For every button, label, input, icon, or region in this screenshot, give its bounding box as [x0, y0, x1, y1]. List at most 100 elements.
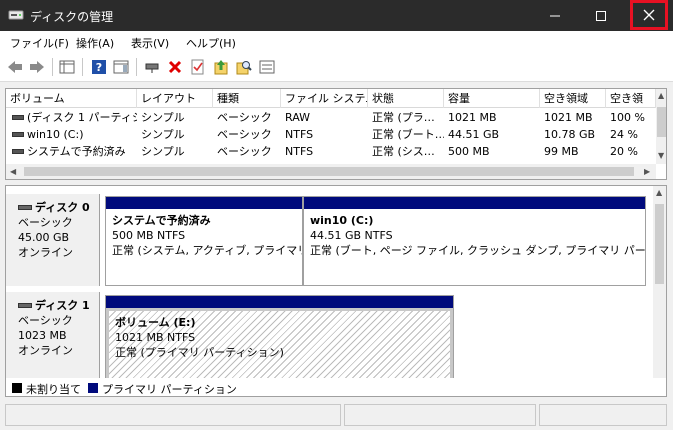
column-header[interactable]: レイアウト: [137, 89, 213, 108]
legend: 未割り当て プライマリ パーティション: [5, 378, 667, 397]
status-bar: [0, 400, 673, 430]
scroll-up-icon[interactable]: ▲: [656, 188, 662, 197]
partition-size: 500 MB NTFS: [112, 229, 186, 242]
free-space-cell: 99 MB: [544, 145, 579, 158]
search-icon[interactable]: [235, 58, 253, 76]
capacity-cell: 1021 MB: [448, 111, 497, 124]
help-icon[interactable]: ?: [90, 58, 108, 76]
disk-status: オンライン: [18, 344, 73, 357]
column-header[interactable]: 容量: [444, 89, 540, 108]
status-cell: 正常 (シス…: [372, 145, 435, 158]
volume-name-cell: win10 (C:): [8, 126, 137, 143]
volume-icon: [12, 148, 24, 154]
disk-icon: [18, 204, 32, 210]
status-segment: [539, 404, 667, 426]
maximize-button[interactable]: [578, 0, 624, 31]
primary-partition-swatch: [88, 383, 98, 393]
connect-drive-icon[interactable]: [143, 58, 161, 76]
disk-size: 1023 MB: [18, 329, 67, 342]
window-title: ディスクの管理: [30, 10, 114, 24]
scroll-thumb[interactable]: [655, 204, 664, 284]
format-icon[interactable]: [212, 58, 230, 76]
table-row[interactable]: (ディスク 1 パーティシ… シンプル ベーシック RAW 正常 (プラ… 10…: [6, 109, 656, 126]
partition-bar: [106, 296, 453, 308]
table-row[interactable]: win10 (C:) シンプル ベーシック NTFS 正常 (ブート… 44.5…: [6, 126, 656, 143]
properties-icon[interactable]: [189, 58, 207, 76]
disk-name: ディスク 0: [35, 201, 90, 214]
title-bar: ディスクの管理: [0, 0, 673, 31]
legend-primary-partition: プライマリ パーティション: [102, 383, 237, 396]
disk-pane-scrollbar[interactable]: ▲: [653, 186, 666, 381]
disk-type: ベーシック: [18, 216, 73, 229]
layout-cell: シンプル: [141, 145, 185, 158]
partition-win10-c[interactable]: win10 (C:) 44.51 GB NTFS 正常 (ブート, ページ ファ…: [303, 196, 646, 286]
scroll-thumb[interactable]: [657, 107, 666, 137]
scroll-down-icon[interactable]: ▼: [658, 151, 664, 160]
disk-icon: [18, 302, 32, 308]
partition-system-reserved[interactable]: システムで予約済み 500 MB NTFS 正常 (システム, アクティブ, プ…: [105, 196, 303, 286]
column-header[interactable]: ファイル システム: [281, 89, 368, 108]
menu-help[interactable]: ヘルプ(H): [186, 35, 236, 51]
vertical-scrollbar[interactable]: ▲ ▼: [656, 89, 666, 164]
volume-list-header: ボリューム レイアウト 種類 ファイル システム 状態 容量 空き領域 空き領: [6, 89, 656, 108]
unallocated-swatch: [12, 383, 22, 393]
close-button[interactable]: [630, 0, 668, 30]
partition-bar: [106, 197, 302, 209]
volume-list: ボリューム レイアウト 種類 ファイル システム 状態 容量 空き領域 空き領 …: [5, 88, 667, 180]
partition-size: 1021 MB NTFS: [115, 331, 196, 344]
maximize-icon: [596, 10, 606, 21]
volume-name-cell: (ディスク 1 パーティシ…: [8, 109, 137, 126]
type-cell: ベーシック: [217, 145, 272, 158]
menu-file[interactable]: ファイル(F): [10, 35, 69, 51]
partition-bar: [304, 197, 645, 209]
legend-unallocated: 未割り当て: [26, 383, 81, 396]
filesystem-cell: RAW: [285, 111, 310, 124]
volume-icon: [12, 131, 24, 137]
partition-name: win10 (C:): [310, 214, 374, 227]
settings-icon[interactable]: [258, 58, 276, 76]
column-header[interactable]: 空き領: [606, 89, 656, 108]
console-tree-icon[interactable]: [58, 58, 76, 76]
menu-action[interactable]: 操作(A): [76, 35, 114, 51]
layout-cell: シンプル: [141, 111, 185, 124]
svg-text:?: ?: [96, 61, 102, 74]
free-percent-cell: 20 %: [610, 145, 638, 158]
volume-icon: [12, 114, 24, 120]
scroll-left-icon[interactable]: ◀: [10, 167, 16, 176]
forward-arrow-icon[interactable]: [28, 58, 46, 76]
scroll-right-icon[interactable]: ▶: [644, 167, 650, 176]
column-header[interactable]: ボリューム: [6, 89, 137, 108]
column-header[interactable]: 種類: [213, 89, 281, 108]
minimize-button[interactable]: [532, 0, 578, 31]
disk-0-label[interactable]: ディスク 0 ベーシック 45.00 GB オンライン: [6, 194, 100, 286]
partition-status: 正常 (ブート, ページ ファイル, クラッシュ ダンプ, プライマリ パーティ…: [310, 244, 645, 257]
status-cell: 正常 (ブート…: [372, 128, 444, 141]
action-pane-icon[interactable]: [112, 58, 130, 76]
partition-size: 44.51 GB NTFS: [310, 229, 393, 242]
filesystem-cell: NTFS: [285, 145, 314, 158]
volume-name-cell: システムで予約済み: [8, 143, 137, 160]
scroll-up-icon[interactable]: ▲: [658, 91, 664, 100]
partition-status: 正常 (システム, アクティブ, プライマリ パー: [112, 244, 302, 257]
back-arrow-icon[interactable]: [6, 58, 24, 76]
disk-management-icon: [8, 10, 24, 20]
disk-size: 45.00 GB: [18, 231, 70, 244]
capacity-cell: 44.51 GB: [448, 128, 500, 141]
menu-view[interactable]: 表示(V): [131, 35, 169, 51]
disk-type: ベーシック: [18, 314, 73, 327]
delete-icon[interactable]: [166, 58, 184, 76]
disk-layout-pane: ディスク 0 ベーシック 45.00 GB オンライン システムで予約済み 50…: [5, 185, 667, 382]
column-header[interactable]: 空き領域: [540, 89, 606, 108]
table-row[interactable]: システムで予約済み シンプル ベーシック NTFS 正常 (シス… 500 MB…: [6, 143, 656, 160]
disk-1-label[interactable]: ディスク 1 ベーシック 1023 MB オンライン: [6, 292, 100, 381]
scroll-thumb[interactable]: [24, 167, 634, 176]
partition-volume-e[interactable]: ボリューム (E:) 1021 MB NTFS 正常 (プライマリ パーティショ…: [105, 295, 454, 381]
free-percent-cell: 100 %: [610, 111, 645, 124]
column-header[interactable]: 状態: [368, 89, 444, 108]
minimize-icon: [550, 15, 560, 16]
horizontal-scrollbar[interactable]: ◀ ▶: [6, 164, 656, 179]
toolbar-separator: [136, 58, 137, 76]
type-cell: ベーシック: [217, 128, 272, 141]
close-icon: [643, 9, 655, 21]
status-cell: 正常 (プラ…: [372, 111, 435, 124]
